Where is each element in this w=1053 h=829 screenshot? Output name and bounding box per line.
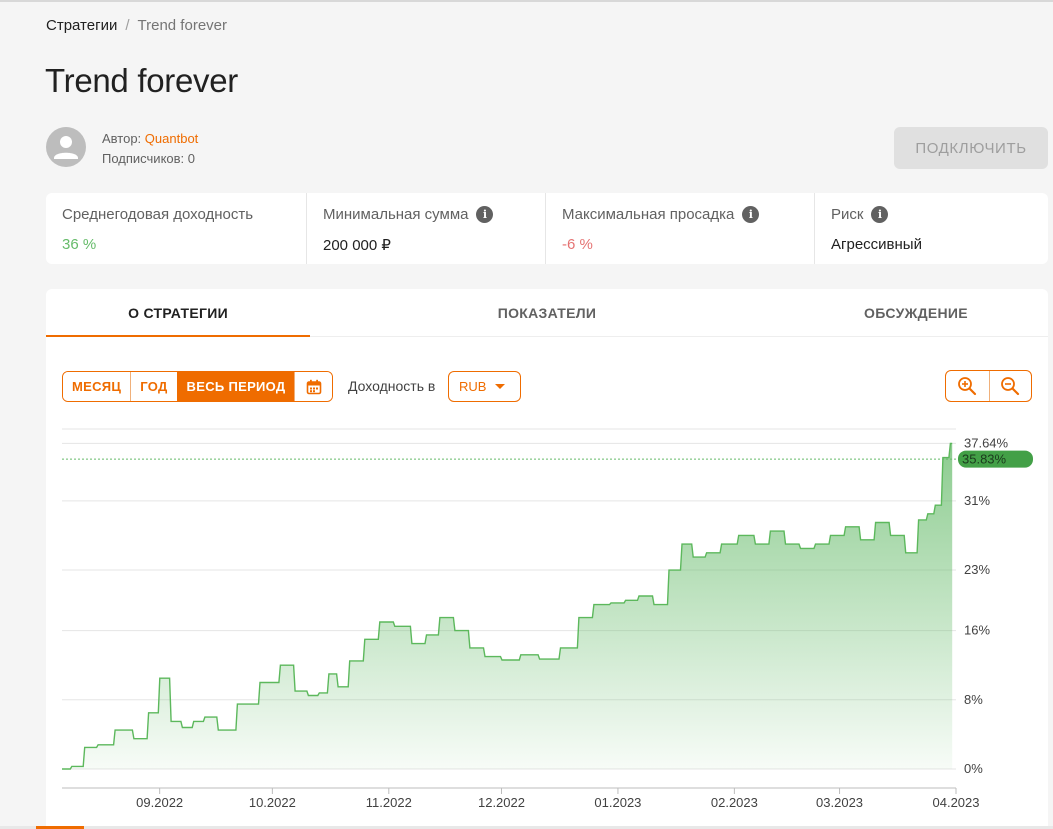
stat-value: -6 % xyxy=(562,236,593,253)
y-tick-label: 0% xyxy=(964,761,983,776)
y-tick-label: 31% xyxy=(964,493,990,508)
info-icon[interactable]: i xyxy=(476,205,494,223)
x-tick-label: 03.2023 xyxy=(816,795,863,810)
chart-area xyxy=(62,443,953,769)
stat-label: Риск xyxy=(831,205,864,223)
breadcrumb-separator: / xyxy=(125,17,130,34)
subscribers-label: Подписчиков: xyxy=(102,151,185,166)
info-icon[interactable]: i xyxy=(742,205,760,223)
stat-value: 36 % xyxy=(62,236,97,253)
x-tick-label: 11.2022 xyxy=(366,795,412,810)
top-shadow xyxy=(0,0,1053,2)
stats-panel: Среднегодовая доходность 36 % Минимальна… xyxy=(46,193,1048,264)
x-tick-label: 01.2023 xyxy=(594,795,641,810)
stat-label: Среднегодовая доходность xyxy=(62,205,254,223)
strategy-card: О СТРАТЕГИИ ПОКАЗАТЕЛИ ОБСУЖДЕНИЕ МЕСЯЦ … xyxy=(46,289,1048,829)
stat-label: Минимальная сумма xyxy=(323,205,469,223)
author-label: Автор: xyxy=(102,131,142,146)
x-tick-label: 02.2023 xyxy=(711,795,758,810)
breadcrumb-current: Trend forever xyxy=(137,17,227,34)
y-axis: 0% 8% 16% 23% 31% 37.64% xyxy=(964,435,1009,776)
info-icon[interactable]: i xyxy=(871,205,889,223)
author-info: Автор: Quantbot Подписчиков: 0 xyxy=(102,129,198,169)
avatar xyxy=(46,127,86,167)
yield-chart[interactable]: 35.83% 0% 8% 16% 23% 31% 37.64% 09.2022 10.202… xyxy=(46,289,1048,829)
x-tick-label: 04.2023 xyxy=(933,795,980,810)
stat-annual-yield: Среднегодовая доходность 36 % xyxy=(46,193,306,264)
current-value-label: 35.83% xyxy=(962,452,1007,467)
x-tick-label: 12.2022 xyxy=(478,795,525,810)
author-link[interactable]: Quantbot xyxy=(145,131,199,146)
stat-value: 200 000 ₽ xyxy=(323,237,391,254)
stat-max-drawdown: Максимальная просадка i -6 % xyxy=(545,193,814,264)
x-axis: 09.2022 10.2022 11.2022 12.2022 01.2023 02.20… xyxy=(62,787,980,810)
y-tick-label: 8% xyxy=(964,692,983,707)
stat-label: Максимальная просадка xyxy=(562,205,735,223)
breadcrumb: Стратегии / Trend forever xyxy=(46,17,227,34)
subscribers-count: 0 xyxy=(187,151,196,166)
connect-button[interactable]: ПОДКЛЮЧИТЬ xyxy=(894,127,1048,169)
breadcrumb-link-strategies[interactable]: Стратегии xyxy=(46,17,117,34)
y-tick-label: 37.64% xyxy=(964,435,1009,450)
chart-current-marker: 35.83% xyxy=(62,450,1033,468)
x-tick-label: 10.2022 xyxy=(249,795,296,810)
page-title: Trend forever xyxy=(45,62,238,99)
y-tick-label: 16% xyxy=(964,623,990,638)
stat-risk: Риск i Агрессивный xyxy=(814,193,1048,264)
stat-min-amount: Минимальная сумма i 200 000 ₽ xyxy=(306,193,545,264)
x-tick-label: 09.2022 xyxy=(136,795,183,810)
y-tick-label: 23% xyxy=(964,562,990,577)
stat-value: Агрессивный xyxy=(831,236,922,253)
person-icon xyxy=(54,136,78,159)
